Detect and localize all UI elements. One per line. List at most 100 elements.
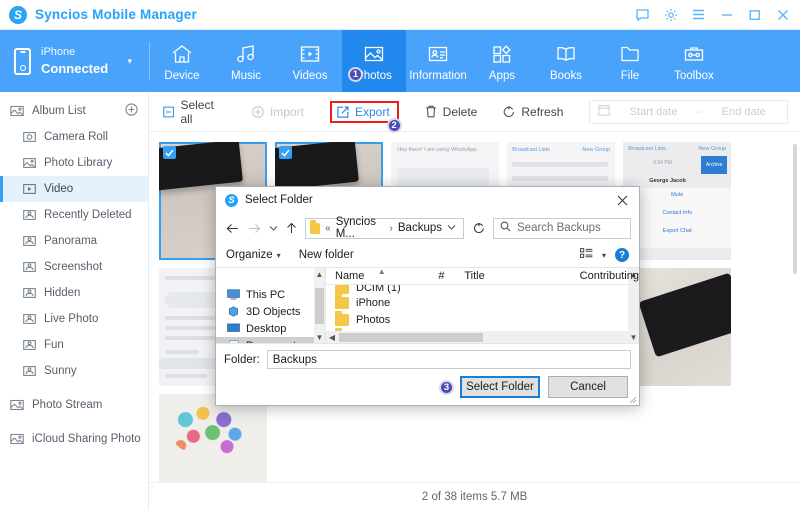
cube-icon xyxy=(227,306,240,318)
end-date-input[interactable]: End date xyxy=(709,106,779,118)
address-bar[interactable]: « Syncios M... › Backups xyxy=(305,216,464,240)
column-header-number[interactable]: # xyxy=(429,270,455,282)
sidebar-item-icloud-sharing-photo[interactable]: iCloud Sharing Photo xyxy=(0,426,148,452)
file-list-header: ▲ Name # Title Contributing xyxy=(326,267,639,285)
arrow-left-icon[interactable] xyxy=(224,218,241,238)
new-folder-button[interactable]: New folder xyxy=(299,249,354,261)
tab-information[interactable]: Information xyxy=(406,30,470,92)
dialog-close-icon[interactable] xyxy=(605,187,639,213)
organize-menu[interactable]: Organize ▾ xyxy=(226,249,281,261)
status-bar: 2 of 38 items 5.7 MB xyxy=(149,482,800,510)
hscroll-thumb[interactable] xyxy=(339,332,483,342)
resize-grip-icon[interactable] xyxy=(629,396,637,404)
sidebar-item-camera-roll[interactable]: Camera Roll xyxy=(0,124,148,150)
tree-item-desktop[interactable]: Desktop xyxy=(216,320,325,337)
thumb-text: 5:34 PM xyxy=(653,160,672,166)
refresh-button[interactable]: Refresh xyxy=(503,105,563,119)
thumb-confetti[interactable] xyxy=(159,394,268,482)
sidebar-header-album-list[interactable]: Album List xyxy=(0,98,148,124)
tree-scrollbar[interactable]: ▲ ▼ xyxy=(314,268,325,343)
column-header-contributing[interactable]: Contributing xyxy=(571,270,639,282)
dialog-main: ▲ ▼ This PC 3D Objects Desktop ▲ ▼ ▲ Nam… xyxy=(216,267,639,343)
minimize-icon[interactable] xyxy=(719,7,734,22)
scroll-up-icon[interactable]: ▲ xyxy=(316,268,324,280)
file-list-hscrollbar[interactable]: ◀ ▶ xyxy=(326,331,639,343)
step-badge-2: 2 xyxy=(386,117,402,133)
action-toolbar: Select all Import Export 2 Delete Refres… xyxy=(149,92,800,133)
menu-icon[interactable] xyxy=(691,7,706,22)
date-range-filter[interactable]: Start date - End date xyxy=(589,99,788,124)
tab-books[interactable]: Books xyxy=(534,30,598,92)
start-date-input[interactable]: Start date xyxy=(618,106,688,118)
dialog-title-bar: S Select Folder xyxy=(216,187,639,213)
select-folder-button[interactable]: Select Folder xyxy=(460,376,540,398)
delete-button[interactable]: Delete xyxy=(425,105,477,119)
column-header-title[interactable]: Title xyxy=(455,270,570,282)
arrow-right-icon[interactable] xyxy=(246,218,263,238)
sidebar-item-recently-deleted[interactable]: Recently Deleted xyxy=(0,202,148,228)
list-item-iphone[interactable]: iPhone xyxy=(326,294,639,311)
maximize-icon[interactable] xyxy=(747,7,762,22)
tree-item-3d-objects[interactable]: 3D Objects xyxy=(216,303,325,320)
folder-name-input[interactable]: Backups xyxy=(266,350,631,369)
tab-device[interactable]: Device xyxy=(150,30,214,92)
new-folder-label: New folder xyxy=(298,249,354,261)
scroll-down-icon[interactable]: ▼ xyxy=(630,331,638,343)
sidebar-item-hidden[interactable]: Hidden xyxy=(0,280,148,306)
device-selector[interactable]: iPhone Connected ▾ xyxy=(0,30,150,92)
list-item-photos[interactable]: Photos xyxy=(326,311,639,328)
tree-item-this-pc[interactable]: This PC xyxy=(216,286,325,303)
tab-file[interactable]: File xyxy=(598,30,662,92)
sidebar-item-screenshot[interactable]: Screenshot xyxy=(0,254,148,280)
grid-scrollbar[interactable] xyxy=(793,144,797,274)
tab-apps[interactable]: Apps xyxy=(470,30,534,92)
column-header-name[interactable]: ▲ Name xyxy=(326,267,429,282)
scroll-left-icon[interactable]: ◀ xyxy=(326,333,338,342)
help-icon[interactable]: ? xyxy=(615,248,629,262)
breadcrumb-current[interactable]: Backups xyxy=(398,222,442,234)
step-badge-3: 3 xyxy=(439,379,454,395)
chevron-down-icon[interactable] xyxy=(447,223,459,233)
import-button[interactable]: Import xyxy=(252,105,304,119)
sidebar-item-photo-library[interactable]: Photo Library xyxy=(0,150,148,176)
scroll-thumb[interactable] xyxy=(315,287,324,324)
scroll-down-icon[interactable]: ▼ xyxy=(316,331,324,343)
sidebar-header-label: Album List xyxy=(32,105,86,117)
sidebar-item-sunny[interactable]: Sunny xyxy=(0,358,148,384)
list-item-dcim[interactable]: DCIM (1) xyxy=(326,285,639,294)
select-all-button[interactable]: Select all xyxy=(163,98,226,126)
view-list-icon[interactable] xyxy=(579,248,593,262)
tab-photos[interactable]: 1 Photos xyxy=(342,30,406,92)
file-list-pane[interactable]: ▲ ▼ ▲ Name # Title Contributing DCIM (1) xyxy=(326,267,639,343)
breadcrumb-separator: › xyxy=(389,222,393,234)
thumb-checkbox[interactable] xyxy=(163,146,177,159)
gear-icon[interactable] xyxy=(663,7,678,22)
arrow-up-icon[interactable] xyxy=(283,218,300,238)
plus-circle-icon[interactable] xyxy=(125,103,138,119)
sidebar-item-fun[interactable]: Fun xyxy=(0,332,148,358)
select-folder-dialog[interactable]: S Select Folder « Syncios M... › Backups… xyxy=(215,186,640,406)
tab-videos[interactable]: Videos xyxy=(278,30,342,92)
folder-tree-pane[interactable]: ▲ ▼ This PC 3D Objects Desktop xyxy=(216,268,326,343)
sidebar-item-video[interactable]: Video xyxy=(0,176,149,202)
dialog-refresh-icon[interactable] xyxy=(469,218,488,239)
album-icon xyxy=(22,234,36,248)
export-label: Export xyxy=(354,104,390,119)
feedback-icon[interactable] xyxy=(635,7,650,22)
sidebar-item-photo-stream[interactable]: Photo Stream xyxy=(0,392,148,418)
chevron-down-icon[interactable] xyxy=(268,218,278,238)
thumb-text: George Jacob xyxy=(649,178,686,184)
chevron-down-icon[interactable]: ▾ xyxy=(127,56,132,67)
close-icon[interactable] xyxy=(775,7,790,22)
tab-music[interactable]: Music xyxy=(214,30,278,92)
cancel-button[interactable]: Cancel xyxy=(548,376,628,398)
sidebar-item-live-photo[interactable]: Live Photo xyxy=(0,306,148,332)
breadcrumb-parent[interactable]: Syncios M... xyxy=(336,216,385,240)
tree-item-documents[interactable]: Documents xyxy=(216,337,325,343)
chevron-down-icon[interactable]: ▾ xyxy=(602,251,606,260)
thumb-checkbox[interactable] xyxy=(279,146,293,159)
list-item-pictures[interactable]: Pictures xyxy=(326,328,639,331)
search-backups-input[interactable]: Search Backups xyxy=(493,217,631,239)
tab-toolbox[interactable]: Toolbox xyxy=(662,30,726,92)
sidebar-item-panorama[interactable]: Panorama xyxy=(0,228,148,254)
